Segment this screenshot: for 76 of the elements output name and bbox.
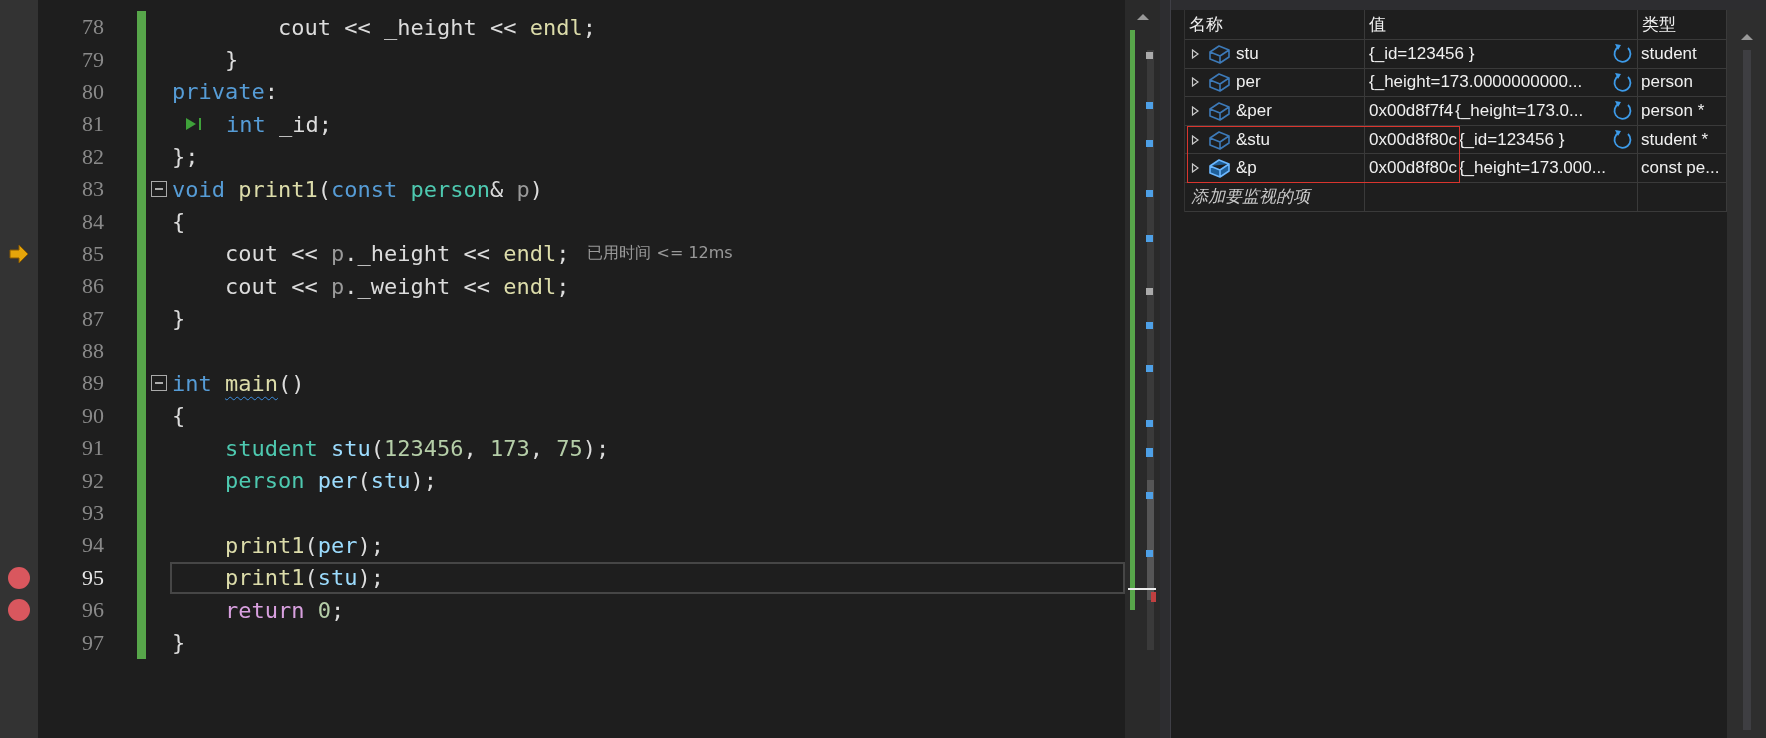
- expand-arrow-icon[interactable]: [1191, 77, 1200, 88]
- variable-name: per: [1236, 72, 1261, 93]
- line-number: 85: [81, 240, 104, 267]
- variable-type: person *: [1641, 101, 1705, 121]
- code-line: {: [172, 209, 186, 235]
- breakpoint-icon[interactable]: [7, 565, 31, 590]
- variable-name: stu: [1236, 43, 1259, 64]
- variable-value: {_height=173.0...: [1455, 101, 1584, 121]
- code-line: student stu(123456, 173, 75);: [223, 435, 610, 461]
- line-number: 81: [81, 111, 104, 138]
- code-line: int main(): [172, 371, 305, 396]
- code-line: void print1(const person& p): [172, 176, 543, 202]
- line-number: 86: [81, 273, 104, 300]
- line-number: 87: [81, 305, 104, 332]
- expand-arrow-icon[interactable]: [1191, 134, 1200, 145]
- collapse-icon[interactable]: [151, 181, 167, 198]
- breakpoint-icon[interactable]: [7, 598, 31, 623]
- expand-arrow-icon[interactable]: [1191, 163, 1200, 174]
- line-number: 84: [81, 208, 104, 235]
- line-number: 94: [81, 532, 104, 559]
- address-value: 0x00d8f7f4: [1369, 101, 1454, 121]
- code-line: cout << _height << endl;: [276, 14, 596, 40]
- address-value: 0x00d8f80c: [1369, 158, 1457, 179]
- code-line: print1(per);: [223, 532, 384, 558]
- variable-value: {_height=173.0000000000...: [1369, 72, 1583, 93]
- variable-type: const pe...: [1641, 158, 1720, 179]
- line-number: 93: [81, 500, 104, 527]
- line-number: 83: [81, 176, 104, 203]
- refresh-icon[interactable]: [1612, 100, 1634, 123]
- variable-type: student: [1641, 43, 1697, 64]
- line-number: 82: [81, 143, 104, 170]
- code-line: int _id;: [226, 111, 332, 137]
- line-number: 89: [81, 370, 104, 397]
- address-value: 0x00d8f80c: [1369, 129, 1457, 150]
- line-number: 97: [81, 629, 104, 656]
- line-number: 78: [81, 14, 104, 41]
- code-line: cout << p._weight << endl;: [223, 273, 570, 299]
- code-line: person per(stu);: [223, 468, 437, 494]
- line-number: 90: [81, 402, 104, 429]
- column-header[interactable]: 值: [1365, 10, 1638, 40]
- variable-name: &per: [1236, 101, 1272, 121]
- code-line: {: [172, 403, 186, 429]
- refresh-icon[interactable]: [1612, 71, 1634, 94]
- code-line: private:: [172, 79, 278, 105]
- code-line: print1(stu);: [223, 565, 384, 591]
- line-number: 95: [81, 564, 104, 591]
- code-line: };: [172, 144, 199, 170]
- code-line: cout << p._height << endl;: [223, 241, 570, 267]
- line-number: 96: [81, 597, 104, 624]
- line-number: 92: [81, 467, 104, 494]
- variable-value: {_id=123456 }: [1458, 129, 1565, 150]
- column-header[interactable]: 名称: [1185, 10, 1365, 40]
- variable-name: &stu: [1236, 129, 1271, 150]
- refresh-icon[interactable]: [1612, 43, 1634, 65]
- add-watch-field[interactable]: 添加要监视的项: [1191, 185, 1310, 209]
- code-line: }: [172, 630, 186, 656]
- variable-type: person: [1641, 72, 1693, 93]
- code-line: }: [223, 47, 239, 73]
- variable-value: {_id=123456 }: [1369, 43, 1475, 64]
- code-line: }: [172, 306, 186, 332]
- variable-value: {_height=173.000...: [1458, 158, 1606, 179]
- code-line: return 0;: [223, 597, 345, 623]
- expand-arrow-icon[interactable]: [1191, 48, 1200, 59]
- variable-name: &p: [1236, 158, 1257, 179]
- collapse-icon[interactable]: [151, 375, 167, 392]
- line-number: 91: [81, 435, 104, 462]
- line-number: 79: [81, 46, 104, 73]
- play-bar-icon[interactable]: [185, 116, 202, 133]
- expand-arrow-icon[interactable]: [1191, 106, 1200, 116]
- variable-type: student *: [1641, 129, 1709, 150]
- line-number: 80: [81, 78, 104, 105]
- elapsed-time-hint: 已用时间 <= 12ms: [587, 243, 733, 265]
- refresh-icon[interactable]: [1612, 128, 1634, 151]
- vertical-scrollbar[interactable]: [1727, 10, 1766, 738]
- code-editor[interactable]: [0, 0, 1125, 738]
- line-number: 88: [81, 338, 104, 365]
